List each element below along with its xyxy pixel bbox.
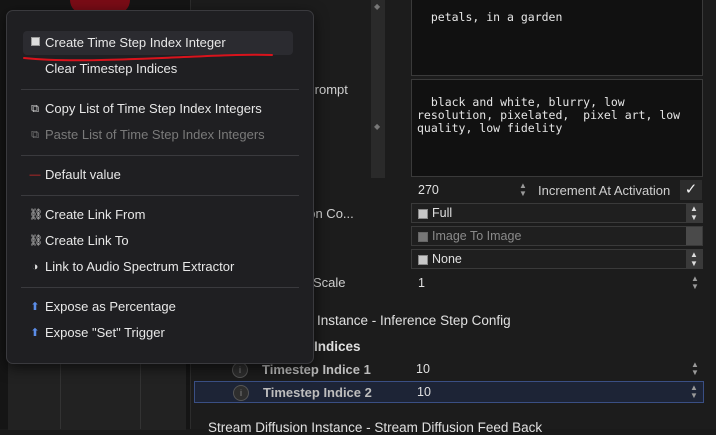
menu-item-label: Copy List of Time Step Index Integers bbox=[45, 101, 262, 116]
menu-item-label: Create Link To bbox=[45, 233, 129, 248]
menu-item-create-link-from[interactable]: ⛓ Create Link From bbox=[23, 203, 293, 227]
menu-item-expose-percentage[interactable]: ⬆ Expose as Percentage bbox=[23, 295, 293, 319]
timestep-row-selected[interactable]: i Timestep Indice 2 10 ▲ ▼ bbox=[194, 381, 704, 403]
menu-item-clear-timestep[interactable]: Clear Timestep Indices bbox=[23, 57, 293, 81]
square-icon bbox=[29, 37, 41, 49]
menu-separator bbox=[21, 155, 299, 156]
menu-item-label: Clear Timestep Indices bbox=[45, 61, 178, 76]
subsection-title[interactable]: Indices bbox=[314, 339, 361, 354]
grip-icon: ◆ bbox=[374, 122, 381, 131]
menu-item-paste-list: ⧉ Paste List of Time Step Index Integers bbox=[23, 123, 293, 147]
left-bottom-panel bbox=[8, 360, 186, 430]
checkmark-icon: ✓ bbox=[684, 181, 698, 198]
timestep-spinner[interactable]: ▲ ▼ bbox=[690, 361, 700, 377]
list-icon bbox=[418, 232, 428, 242]
list-icon bbox=[418, 209, 428, 219]
prompt-text: petals, in a garden bbox=[430, 10, 563, 24]
timestep-value[interactable]: 10 bbox=[416, 362, 430, 376]
timestep-label: Timestep Indice 1 bbox=[262, 362, 371, 377]
upload-arrow-icon: ⬆ bbox=[30, 327, 40, 339]
mode-dropdown: Image To Image bbox=[411, 226, 703, 246]
menu-item-link-audio[interactable]: ◑ Link to Audio Spectrum Extractor bbox=[23, 255, 293, 279]
grip-icon: ◆ bbox=[374, 2, 381, 11]
scale-label: Scale bbox=[313, 275, 346, 290]
info-icon[interactable]: i bbox=[233, 385, 249, 401]
chevron-updown-icon bbox=[686, 227, 702, 245]
option-dropdown[interactable]: None ▲ ▼ bbox=[411, 249, 703, 269]
footer-section-title[interactable]: Stream Diffusion Instance - Stream Diffu… bbox=[208, 420, 542, 435]
paste-icon: ⧉ bbox=[31, 129, 39, 141]
menu-item-create-link-to[interactable]: ⛓ Create Link To bbox=[23, 229, 293, 253]
seed-value[interactable]: 270 bbox=[418, 183, 439, 197]
menu-item-label: Create Link From bbox=[45, 207, 146, 222]
menu-item-label: Default value bbox=[45, 167, 121, 182]
menu-item-create-time-step[interactable]: Create Time Step Index Integer bbox=[23, 31, 293, 55]
menu-item-label: Expose "Set" Trigger bbox=[45, 325, 165, 340]
dash-icon: — bbox=[29, 169, 41, 181]
scale-spinner[interactable]: ▲ ▼ bbox=[690, 275, 700, 291]
negative-prompt-textarea[interactable]: black and white, blurry, low resolution,… bbox=[411, 79, 703, 177]
link-from-icon: ⛓ bbox=[29, 209, 43, 221]
negative-prompt-text: black and white, blurry, low resolution,… bbox=[417, 95, 681, 135]
info-icon[interactable]: i bbox=[232, 362, 248, 378]
menu-separator bbox=[21, 195, 299, 196]
copy-icon: ⧉ bbox=[31, 103, 39, 115]
section-title[interactable]: Instance - Inference Step Config bbox=[317, 313, 511, 328]
upload-arrow-icon: ⬆ bbox=[30, 301, 40, 313]
menu-item-label: Create Time Step Index Integer bbox=[45, 35, 226, 50]
audio-link-icon: ◑ bbox=[31, 261, 39, 273]
timestep-value[interactable]: 10 bbox=[417, 385, 431, 399]
panel-divider bbox=[60, 360, 61, 429]
chevron-updown-icon: ▲ ▼ bbox=[686, 204, 702, 222]
link-to-icon: ⛓ bbox=[29, 235, 43, 247]
option-value: None bbox=[432, 252, 462, 266]
increment-label: Increment At Activation bbox=[538, 183, 671, 198]
menu-item-label: Link to Audio Spectrum Extractor bbox=[45, 259, 235, 274]
menu-item-copy-list[interactable]: ⧉ Copy List of Time Step Index Integers bbox=[23, 97, 293, 121]
menu-separator bbox=[21, 89, 299, 90]
panel-divider bbox=[140, 360, 141, 429]
diffusion-dropdown[interactable]: Full ▲ ▼ bbox=[411, 203, 703, 223]
list-icon bbox=[418, 255, 428, 265]
menu-item-label: Expose as Percentage bbox=[45, 299, 176, 314]
chevron-updown-icon: ▲ ▼ bbox=[686, 250, 702, 268]
diffusion-value: Full bbox=[432, 206, 453, 220]
scale-value[interactable]: 1 bbox=[418, 276, 425, 290]
context-menu: Create Time Step Index Integer Clear Tim… bbox=[6, 10, 314, 364]
menu-separator bbox=[21, 287, 299, 288]
timestep-spinner[interactable]: ▲ ▼ bbox=[689, 384, 699, 400]
menu-item-label: Paste List of Time Step Index Integers bbox=[45, 127, 265, 142]
menu-item-expose-set-trigger[interactable]: ⬆ Expose "Set" Trigger bbox=[23, 321, 293, 345]
prompt-textarea[interactable]: petals, in a garden bbox=[411, 0, 703, 76]
textarea-scroll-handle[interactable]: ◆ ◆ bbox=[371, 0, 385, 178]
seed-spinner[interactable]: ▲ ▼ bbox=[518, 182, 528, 198]
mode-value: Image To Image bbox=[432, 229, 522, 243]
menu-item-default-value[interactable]: — Default value bbox=[23, 163, 293, 187]
increment-checkbox[interactable]: ✓ bbox=[680, 180, 702, 200]
timestep-label: Timestep Indice 2 bbox=[263, 385, 372, 400]
